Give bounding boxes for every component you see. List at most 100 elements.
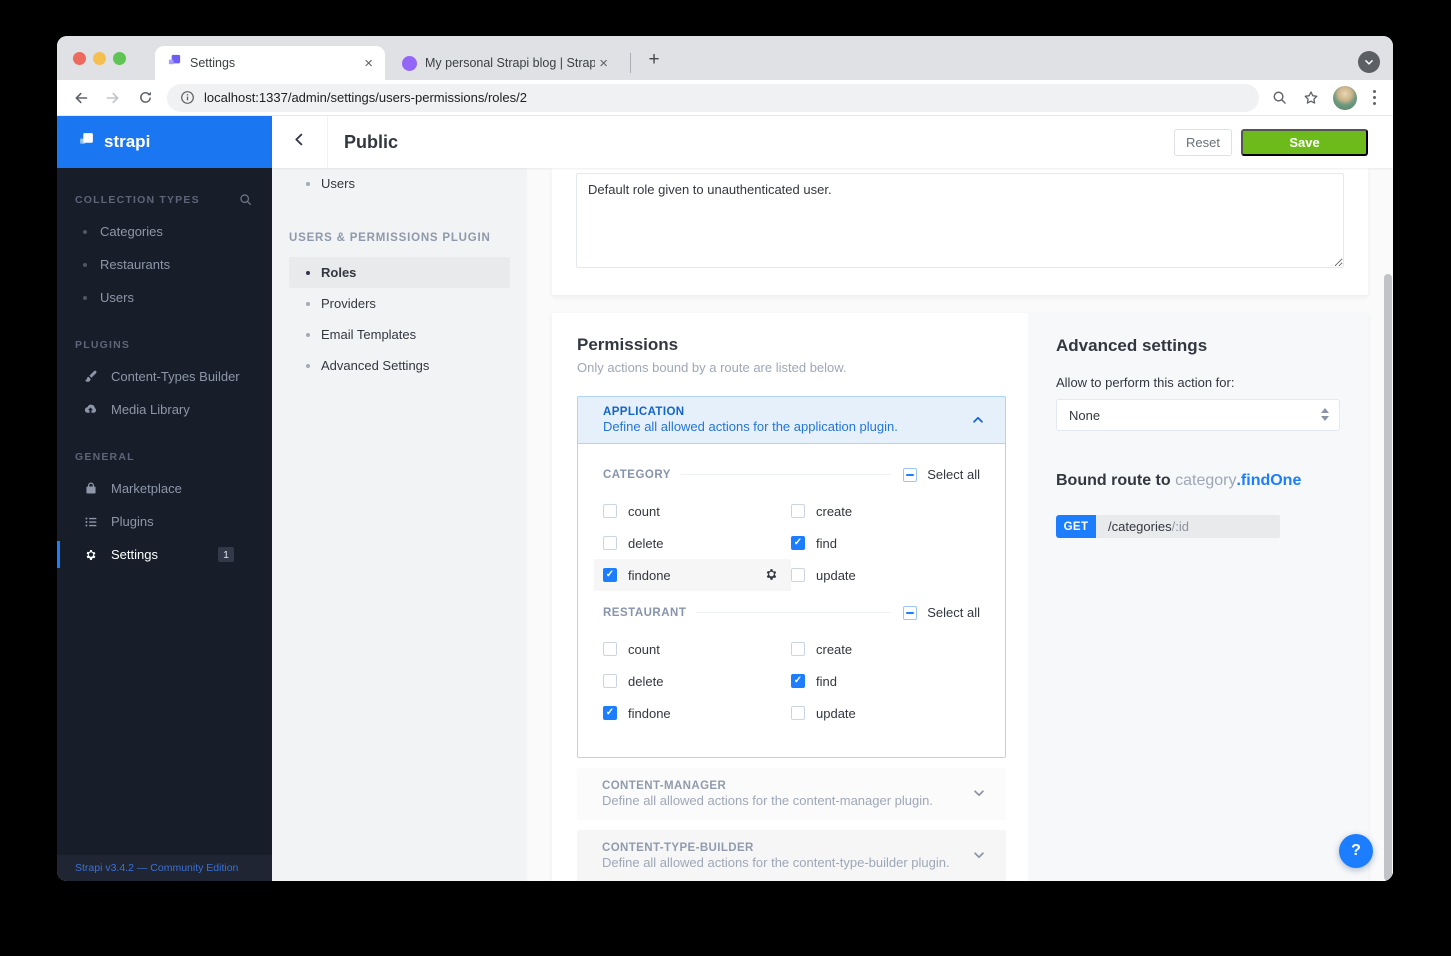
profile-avatar[interactable] (1333, 85, 1357, 110)
bullet-icon (306, 181, 310, 186)
count-checkbox[interactable] (603, 504, 617, 518)
reload-icon[interactable] (129, 83, 161, 113)
sidebar-item-settings[interactable]: Settings 1 (57, 538, 272, 571)
update-checkbox[interactable] (791, 706, 805, 720)
role-description-textarea[interactable]: Default role given to unauthenticated us… (576, 173, 1344, 268)
create-checkbox[interactable] (791, 504, 805, 518)
select-all-label: Select all (927, 605, 980, 620)
delete-checkbox[interactable] (603, 536, 617, 550)
close-tab-icon[interactable]: × (360, 54, 377, 73)
sidebar-item-content-types-builder[interactable]: Content-Types Builder (57, 360, 272, 393)
help-button[interactable]: ? (1339, 834, 1373, 868)
allow-action-label: Allow to perform this action for: (1056, 375, 1235, 390)
subnav-item-users[interactable]: Users (289, 168, 510, 199)
permission-label: count (628, 503, 660, 519)
screenshot-stage: Settings × My personal Strapi blog | Str… (0, 0, 1451, 956)
cloud-upload-icon (83, 402, 98, 417)
application-accordion-header[interactable]: APPLICATION Define all allowed actions f… (578, 397, 1005, 444)
permission-label: delete (628, 673, 664, 689)
search-icon[interactable] (239, 193, 252, 206)
findone-checkbox[interactable] (603, 568, 617, 582)
find-checkbox[interactable] (791, 674, 805, 688)
sidebar-item-plugins[interactable]: Plugins (57, 505, 272, 538)
chevron-up-icon[interactable] (971, 413, 985, 432)
minimize-window-button[interactable] (93, 52, 106, 65)
strapi-admin-app: strapi COLLECTION TYPES Categories Resta… (57, 116, 1393, 881)
close-tab-icon[interactable]: × (595, 54, 612, 73)
section-title: PLUGINS (75, 339, 131, 351)
section-title: GENERAL (75, 451, 135, 463)
http-method-badge: GET (1056, 515, 1096, 538)
content-manager-accordion[interactable]: CONTENT-MANAGER Define all allowed actio… (577, 768, 1006, 820)
bullet-icon (306, 332, 310, 337)
findone-checkbox[interactable] (603, 706, 617, 720)
permissions-column: Permissions Only actions bound by a rout… (552, 313, 1028, 881)
restaurant-group-header: RESTAURANT Select all (603, 605, 980, 620)
select-all-checkbox[interactable] (903, 605, 918, 620)
info-icon[interactable] (180, 90, 195, 105)
sidebar-item-categories[interactable]: Categories (57, 215, 272, 248)
main-content: Default role given to unauthenticated us… (527, 168, 1393, 881)
update-checkbox[interactable] (791, 568, 805, 582)
url-text: localhost:1337/admin/settings/users-perm… (204, 90, 527, 105)
chevron-down-icon[interactable] (972, 848, 986, 867)
browser-menu-chip[interactable] (1358, 51, 1380, 73)
save-button[interactable]: Save (1241, 128, 1368, 156)
application-accordion-body: CATEGORY Select all count delete ✓ findo… (578, 444, 1005, 757)
subnav-item-providers[interactable]: Providers (289, 288, 510, 319)
allow-action-select[interactable]: None (1056, 399, 1340, 431)
content-type-builder-accordion[interactable]: CONTENT-TYPE-BUILDER Define all allowed … (577, 830, 1006, 881)
select-all-checkbox[interactable] (903, 467, 918, 482)
header-actions: Reset Save (1174, 128, 1368, 156)
sidebar-item-marketplace[interactable]: Marketplace (57, 472, 272, 505)
subnav-item-email-templates[interactable]: Email Templates (289, 319, 510, 350)
sidebar-section-plugins: PLUGINS (75, 339, 252, 351)
chevron-down-icon[interactable] (972, 786, 986, 805)
find-checkbox[interactable] (791, 536, 805, 550)
permission-row-findone: findone (594, 697, 791, 729)
delete-checkbox[interactable] (603, 674, 617, 688)
tab-title: Settings (190, 56, 236, 70)
permission-label: update (816, 567, 856, 583)
gear-icon[interactable] (764, 567, 779, 587)
zoom-window-button[interactable] (113, 52, 126, 65)
sidebar-item-label: Categories (100, 224, 163, 239)
subnav-item-roles[interactable]: Roles (289, 257, 510, 288)
category-group-header: CATEGORY Select all (603, 467, 980, 482)
strapi-version-footer[interactable]: Strapi v3.4.2 — Community Edition (57, 855, 272, 881)
search-icon[interactable] (1263, 83, 1295, 113)
sidebar-item-label: Content-Types Builder (111, 369, 240, 384)
permissions-subtitle: Only actions bound by a route are listed… (577, 360, 847, 375)
sidebar-item-label: Media Library (111, 402, 190, 417)
vertical-scrollbar[interactable] (1384, 274, 1392, 881)
count-checkbox[interactable] (603, 642, 617, 656)
strapi-logo[interactable]: strapi (57, 116, 272, 168)
sidebar-item-users[interactable]: Users (57, 281, 272, 314)
tab-blog[interactable]: My personal Strapi blog | Strap × (390, 46, 620, 80)
permission-row-count: count (594, 633, 791, 665)
forward-icon[interactable] (97, 83, 129, 113)
url-bar[interactable]: localhost:1337/admin/settings/users-perm… (167, 83, 1259, 112)
back-icon[interactable] (65, 83, 97, 113)
reset-button[interactable]: Reset (1174, 128, 1232, 156)
page-title: Public (344, 131, 399, 152)
subnav-item-advanced-settings[interactable]: Advanced Settings (289, 350, 510, 381)
bookmark-star-icon[interactable] (1295, 83, 1327, 113)
main-sidebar: strapi COLLECTION TYPES Categories Resta… (57, 116, 272, 881)
restaurant-actions-grid: count delete findone (603, 633, 980, 729)
permissions-title: Permissions (577, 335, 679, 354)
select-arrows-icon (1321, 408, 1329, 421)
sidebar-item-restaurants[interactable]: Restaurants (57, 248, 272, 281)
permission-row-findone-selected: findone (594, 559, 791, 591)
back-button[interactable] (272, 116, 328, 168)
subnav-section-title: USERS & PERMISSIONS PLUGIN (289, 232, 491, 244)
subnav-item-label: Roles (321, 265, 357, 280)
sidebar-item-media-library[interactable]: Media Library (57, 393, 272, 426)
browser-menu-icon[interactable] (1363, 85, 1385, 111)
tab-settings[interactable]: Settings × (155, 46, 385, 80)
accordion-name: CONTENT-TYPE-BUILDER (602, 842, 754, 854)
new-tab-button[interactable]: + (641, 47, 667, 73)
close-window-button[interactable] (73, 52, 86, 65)
create-checkbox[interactable] (791, 642, 805, 656)
group-name: RESTAURANT (603, 606, 687, 619)
